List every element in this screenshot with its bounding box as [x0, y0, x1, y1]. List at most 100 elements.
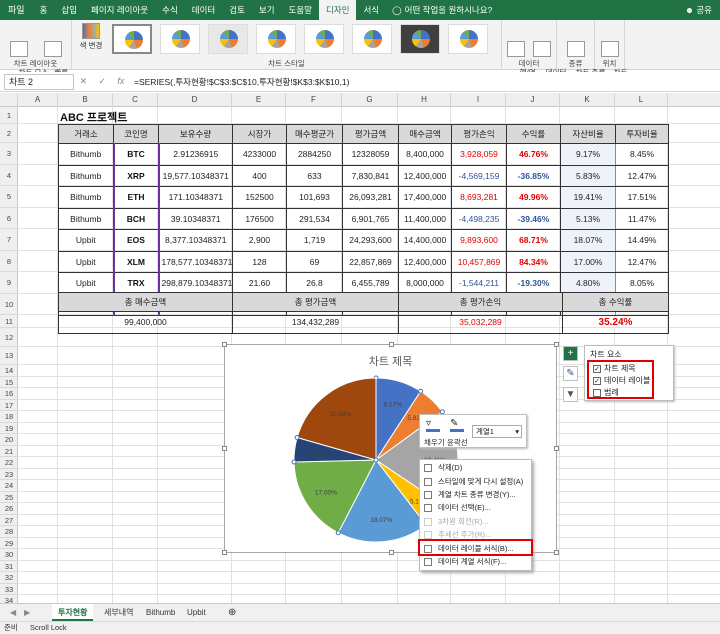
- cell-asset[interactable]: 5.83%: [560, 164, 616, 187]
- row-header[interactable]: 14: [0, 365, 18, 377]
- header-coin[interactable]: 코인명: [113, 124, 159, 144]
- cell-pnl[interactable]: -4,498,235: [451, 207, 507, 230]
- column-header[interactable]: J: [506, 93, 560, 107]
- cell-avg[interactable]: 2884250: [286, 143, 343, 166]
- row-header[interactable]: 8: [0, 251, 18, 272]
- cell-coin[interactable]: XRP: [112, 164, 160, 187]
- cell-buy[interactable]: 8,000,000: [398, 272, 452, 295]
- cell-ret[interactable]: 46.76%: [506, 143, 561, 166]
- data-label[interactable]: 17.00%: [315, 489, 337, 496]
- cell-pnl[interactable]: 8,693,281: [451, 186, 507, 209]
- header-return[interactable]: 수익률: [506, 124, 561, 144]
- cell-pnl[interactable]: -1,544,211: [451, 272, 507, 295]
- chart-style-4[interactable]: [256, 24, 296, 54]
- header-avg[interactable]: 매수평균가: [286, 124, 343, 144]
- cell-market[interactable]: 128: [232, 250, 287, 273]
- cell-exchange[interactable]: Upbit: [58, 272, 114, 295]
- cell-asset[interactable]: 9.17%: [560, 143, 616, 166]
- cell-market[interactable]: 4233000: [232, 143, 287, 166]
- row-header[interactable]: 15: [0, 377, 18, 388]
- cell-eval[interactable]: 6,901,765: [342, 207, 399, 230]
- cell-eval[interactable]: 12328059: [342, 143, 399, 166]
- row-header[interactable]: 1: [0, 107, 18, 124]
- tab-format[interactable]: 서식: [356, 0, 386, 20]
- column-header[interactable]: L: [615, 93, 668, 107]
- share-button[interactable]: ☻ 공유: [685, 4, 720, 16]
- row-header[interactable]: 20: [0, 434, 18, 446]
- cell-asset[interactable]: 18.07%: [560, 229, 616, 252]
- selection-handle[interactable]: [335, 530, 341, 536]
- cell-buy[interactable]: 11,400,000: [398, 207, 452, 230]
- cell-ret[interactable]: -36.85%: [506, 164, 561, 187]
- header-buy[interactable]: 매수금액: [398, 124, 452, 144]
- row-header[interactable]: 24: [0, 480, 18, 492]
- cell-exchange[interactable]: Upbit: [58, 229, 114, 252]
- cell-ret[interactable]: -39.46%: [506, 207, 561, 230]
- cell-ret[interactable]: -19.30%: [506, 272, 561, 295]
- data-label[interactable]: 4.80%: [308, 451, 327, 458]
- cell-qty[interactable]: 39.10348371: [158, 207, 233, 230]
- row-header[interactable]: 31: [0, 561, 18, 572]
- chart-elements-button[interactable]: +: [563, 346, 578, 361]
- row-header[interactable]: 21: [0, 446, 18, 457]
- cell-qty[interactable]: 2.91236915: [158, 143, 233, 166]
- cell-invest[interactable]: 11.47%: [615, 207, 669, 230]
- cell-asset[interactable]: 5.13%: [560, 207, 616, 230]
- cell-avg[interactable]: 291,534: [286, 207, 343, 230]
- context-menu-item[interactable]: 스타일에 맞게 다시 설정(A): [420, 476, 533, 489]
- header-market[interactable]: 시장가: [232, 124, 287, 144]
- row-header[interactable]: 26: [0, 503, 18, 515]
- outline-button[interactable]: ✎: [450, 418, 464, 432]
- context-menu-item[interactable]: 계열 차트 종류 변경(Y)...: [420, 489, 533, 502]
- file-tab[interactable]: 파일: [0, 0, 33, 20]
- cell-ret[interactable]: 68.71%: [506, 229, 561, 252]
- row-header[interactable]: 10: [0, 294, 18, 315]
- cell-coin[interactable]: TRX: [112, 272, 160, 295]
- cell-eval[interactable]: 7,830,841: [342, 164, 399, 187]
- cell-qty[interactable]: 298,879.10348371: [158, 272, 233, 295]
- row-header[interactable]: 27: [0, 515, 18, 526]
- row-header[interactable]: 33: [0, 584, 18, 595]
- cell-exchange[interactable]: Bithumb: [58, 207, 114, 230]
- cell-ret[interactable]: 84.34%: [506, 250, 561, 273]
- row-header[interactable]: 28: [0, 526, 18, 538]
- cell-asset[interactable]: 4.80%: [560, 272, 616, 295]
- cell-coin[interactable]: XLM: [112, 250, 160, 273]
- cell-market[interactable]: 400: [232, 164, 287, 187]
- cell-avg[interactable]: 633: [286, 164, 343, 187]
- tab-help[interactable]: 도움말: [282, 0, 319, 20]
- fill-button[interactable]: ▿: [426, 418, 440, 432]
- tab-home[interactable]: 홈: [33, 0, 55, 20]
- tab-insert[interactable]: 삽입: [54, 0, 84, 20]
- header-pnl[interactable]: 평가손익: [451, 124, 507, 144]
- context-menu-item[interactable]: 3차원 회전(R)...: [420, 516, 533, 529]
- row-header[interactable]: 12: [0, 328, 18, 347]
- summary-header[interactable]: 총 평가손익: [398, 292, 563, 312]
- row-header[interactable]: 11: [0, 315, 18, 328]
- change-colors-button[interactable]: 색 변경: [76, 23, 106, 50]
- tab-design[interactable]: 디자인: [319, 0, 357, 20]
- cell-market[interactable]: 176500: [232, 207, 287, 230]
- chart-filters-button[interactable]: ▼: [563, 387, 578, 402]
- selection-handle[interactable]: [373, 457, 379, 463]
- cell-asset[interactable]: 19.41%: [560, 186, 616, 209]
- column-header[interactable]: C: [113, 93, 158, 107]
- data-label[interactable]: 18.07%: [370, 517, 392, 524]
- column-header[interactable]: A: [18, 93, 58, 107]
- row-header[interactable]: 17: [0, 400, 18, 411]
- cell-avg[interactable]: 101,693: [286, 186, 343, 209]
- column-header[interactable]: B: [58, 93, 113, 107]
- cell-qty[interactable]: 178,577.10348371: [158, 250, 233, 273]
- cell-coin[interactable]: EOS: [112, 229, 160, 252]
- column-header[interactable]: E: [232, 93, 286, 107]
- chart-style-8[interactable]: [448, 24, 488, 54]
- row-header[interactable]: 32: [0, 572, 18, 584]
- chart-style-7[interactable]: [400, 24, 440, 54]
- enter-icon[interactable]: ✓: [98, 76, 106, 87]
- sheet-tab[interactable]: Bithumb: [140, 604, 181, 621]
- cell-buy[interactable]: 8,400,000: [398, 143, 452, 166]
- cell-qty[interactable]: 171.10348371: [158, 186, 233, 209]
- next-sheet-icon[interactable]: ▶: [18, 604, 36, 621]
- selection-handle[interactable]: [294, 435, 300, 441]
- column-header[interactable]: G: [342, 93, 398, 107]
